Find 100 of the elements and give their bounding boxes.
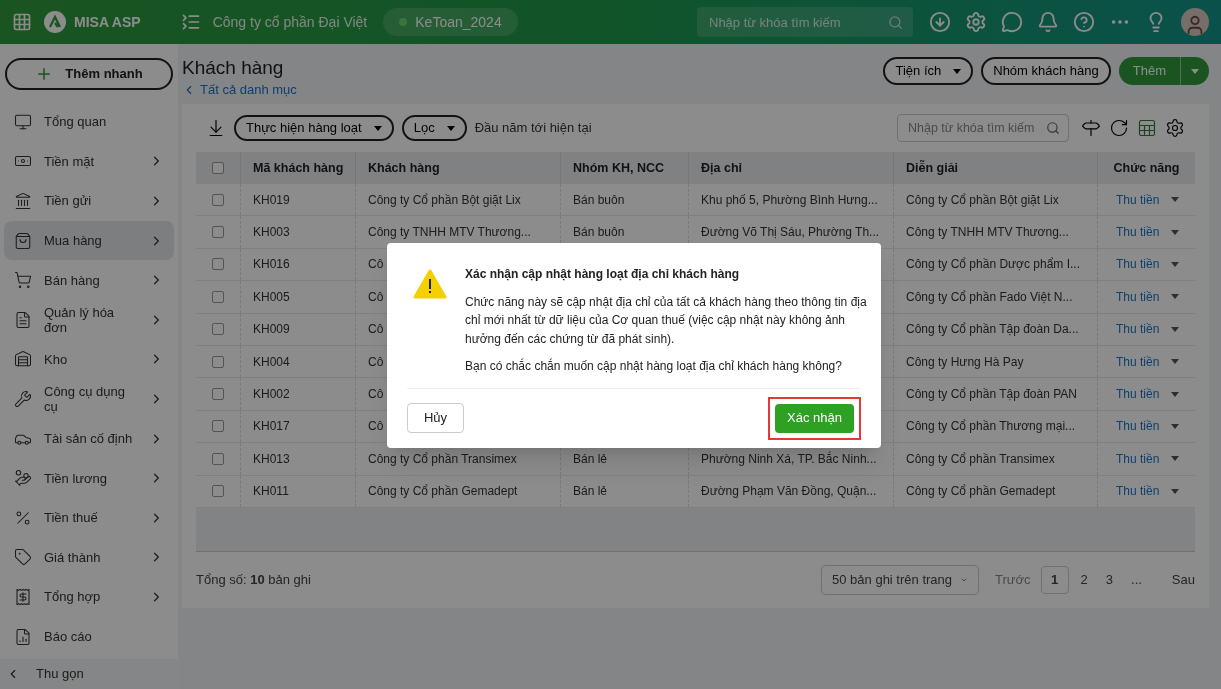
caret-icon — [1171, 359, 1180, 365]
checkbox[interactable] — [212, 193, 224, 206]
sidebar-item[interactable]: Bán hàng — [4, 260, 174, 300]
caret-icon — [1191, 68, 1199, 74]
collect-link[interactable]: Thu tiền — [1116, 385, 1160, 404]
search-icon — [888, 15, 903, 30]
table-cell-text: Công ty Cổ phần Tập đoàn PAN — [906, 386, 1077, 404]
checkbox[interactable] — [212, 162, 224, 174]
shopping-bag-icon — [14, 231, 32, 250]
sidebar-item[interactable]: Tiền gửi — [4, 181, 174, 221]
collect-link[interactable]: Thu tiền — [1116, 287, 1160, 306]
record-count: Tổng số: 10 bản ghi — [196, 571, 311, 590]
sidebar-item[interactable]: Tiền mặt — [4, 141, 174, 182]
sidebar-item[interactable]: Công cụ dụng cụ — [4, 379, 174, 419]
sidebar-item[interactable]: Quản lý hóa đơn — [4, 299, 174, 340]
sidebar-item[interactable]: Tài sản cố định — [4, 418, 174, 459]
confirm-button[interactable]: Xác nhận — [775, 403, 854, 433]
table-cell-text: Công ty Cổ phần Dược phẩm I... — [906, 256, 1080, 274]
quick-add-button[interactable]: Thêm nhanh — [5, 58, 173, 90]
logo-icon — [44, 11, 66, 33]
sidebar-item[interactable]: Tổng quan — [4, 102, 174, 142]
sidebar-item[interactable]: Tổng hợp — [4, 577, 174, 617]
table-cell-text: Bán buôn — [573, 191, 625, 209]
sidebar-item[interactable]: Tiền thuế — [4, 497, 174, 538]
sidebar-item[interactable]: Kho — [4, 339, 174, 380]
page-button[interactable]: 1 — [1040, 565, 1069, 594]
download-icon[interactable] — [929, 11, 951, 33]
toolbar-button[interactable]: Tiện ích — [883, 57, 974, 85]
signpost-icon[interactable] — [1081, 118, 1101, 138]
sidebar-item[interactable]: Tiền lương — [4, 458, 174, 498]
collect-link[interactable]: Thu tiền — [1116, 320, 1160, 339]
checkbox[interactable] — [212, 420, 224, 433]
page-size-select[interactable]: 50 bản ghi trên trang — [821, 564, 980, 595]
receipt-icon — [14, 587, 32, 606]
collapse-label: Thu gọn — [36, 665, 84, 684]
checkbox[interactable] — [212, 290, 224, 303]
column-header[interactable]: Mã khách hàng — [253, 158, 344, 178]
table-cell-text: Đường Phạm Văn Đồng, Quận... — [701, 483, 877, 501]
help-icon[interactable] — [1073, 11, 1095, 33]
search-icon — [1046, 121, 1060, 135]
page-button[interactable]: 3 — [1099, 565, 1119, 594]
checkbox[interactable] — [212, 323, 224, 336]
back-link[interactable]: Tất cả danh mục — [182, 82, 297, 98]
tag-icon — [14, 548, 32, 567]
batch-action-button[interactable]: Thực hiện hàng loạt — [234, 115, 394, 141]
company-name[interactable]: Công ty cổ phần Đại Việt — [212, 11, 368, 33]
collapse-bar[interactable]: Thu gọn — [0, 659, 178, 689]
refresh-icon[interactable] — [1109, 118, 1129, 138]
dialog-title: Xác nhận cập nhật hàng loạt địa chỉ khách hàng — [465, 266, 741, 283]
page-button[interactable]: 2 — [1074, 565, 1094, 594]
caret-icon — [953, 68, 962, 74]
column-header[interactable]: Diễn giải — [906, 158, 959, 178]
collect-link[interactable]: Thu tiền — [1116, 417, 1160, 436]
table-cell-text: KH003 — [253, 224, 290, 242]
collect-link[interactable]: Thu tiền — [1116, 449, 1160, 468]
table-cell-text: Công ty Cổ phần Bột giặt Lix — [906, 191, 1059, 209]
sidebar-item[interactable]: Mua hàng — [4, 220, 174, 261]
filter-button[interactable]: Lọc — [401, 115, 467, 141]
column-header[interactable]: Chức năng — [1113, 158, 1180, 178]
table-search-field[interactable]: Nhập từ khóa tìm kiếm — [897, 114, 1069, 142]
column-header[interactable]: Nhóm KH, NCC — [573, 158, 664, 178]
bell-icon[interactable] — [1037, 11, 1059, 33]
table-cell-text: Công ty Cổ phần Gemadept — [368, 483, 518, 501]
next-button[interactable]: Sau — [1171, 570, 1195, 590]
settings-icon[interactable] — [1165, 118, 1185, 138]
table-cell-text: Công ty Cổ phần Bột giặt Lix — [368, 191, 521, 209]
collect-link[interactable]: Thu tiền — [1116, 223, 1160, 242]
checkbox[interactable] — [212, 388, 224, 401]
monitor-icon — [14, 112, 32, 131]
menu-icon[interactable] — [180, 12, 201, 32]
previous-button[interactable]: Trước — [995, 570, 1031, 590]
toolbar-button[interactable]: Nhóm khách hàng — [981, 57, 1111, 85]
warehouse-icon — [14, 350, 32, 369]
collect-link[interactable]: Thu tiền — [1116, 190, 1160, 209]
sidebar-item[interactable]: Báo cáo — [4, 616, 174, 657]
spreadsheet-icon[interactable] — [1137, 118, 1157, 138]
avatar[interactable] — [1181, 8, 1209, 36]
column-header[interactable]: Địa chỉ — [701, 158, 742, 178]
chat-icon[interactable] — [1001, 11, 1023, 33]
table-cell-text: Cô — [368, 321, 384, 339]
page-title: Khách hàng — [182, 56, 285, 80]
caret-icon — [1171, 197, 1180, 203]
sidebar-item[interactable]: Giá thành — [4, 537, 174, 578]
checkbox[interactable] — [212, 355, 224, 368]
checkbox[interactable] — [212, 485, 224, 498]
column-header[interactable]: Khách hàng — [368, 158, 440, 178]
apps-icon[interactable] — [12, 12, 32, 32]
table-cell-text: KH009 — [253, 321, 290, 339]
checkbox[interactable] — [212, 258, 224, 271]
checkbox[interactable] — [212, 452, 224, 465]
collect-link[interactable]: Thu tiền — [1116, 352, 1160, 371]
checkbox[interactable] — [212, 226, 224, 239]
collect-link[interactable]: Thu tiền — [1116, 255, 1160, 274]
cart-icon — [14, 271, 32, 290]
page-button[interactable]: ... — [1125, 565, 1148, 594]
caret-icon — [1171, 261, 1180, 267]
document-icon — [14, 310, 32, 329]
collect-link[interactable]: Thu tiền — [1116, 482, 1160, 501]
cancel-button[interactable]: Hủy — [407, 403, 464, 433]
table-cell-text: Bán lẻ — [573, 450, 608, 468]
